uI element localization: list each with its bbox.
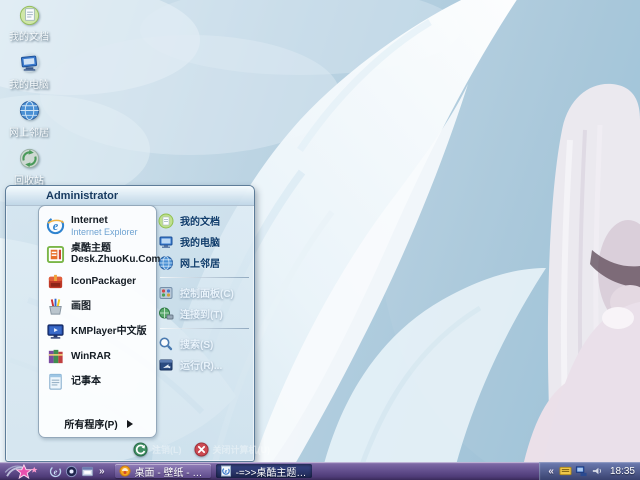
task-button-zhuoku-wallpaper[interactable]: 桌面 - 壁纸 - 桌酷... <box>115 464 211 478</box>
desktop-icon-label: 网上邻居 <box>9 124 49 139</box>
menu-item-title: Internet <box>71 215 138 227</box>
my-documents-icon <box>158 213 174 229</box>
menu-item-run[interactable]: 运行(R)... <box>158 354 251 375</box>
system-tray: « 18:35 <box>539 462 640 480</box>
iconpackager-icon <box>46 272 65 291</box>
places-panel: 我的文档 我的电脑 网上邻居 控制面板(C) <box>158 210 251 375</box>
quick-launch: e » <box>46 462 110 480</box>
taskbar: e » 桌面 - 壁纸 - 桌酷... e -=>>桌酷主题 - Mi... « <box>0 462 640 480</box>
menu-item-label: 搜索(S) <box>180 336 213 351</box>
network-places-icon <box>158 255 174 271</box>
connect-to-icon <box>158 306 174 322</box>
network-tray-icon[interactable] <box>575 465 588 478</box>
menu-item-title: 画图 <box>71 301 91 313</box>
volume-icon[interactable] <box>591 465 604 478</box>
search-icon <box>158 336 174 352</box>
task-button-zhuoku-theme-active[interactable]: e -=>>桌酷主题 - Mi... <box>216 464 312 478</box>
menu-item-connect-to[interactable]: 连接到(T) <box>158 303 251 324</box>
user-name: Administrator <box>46 190 118 202</box>
menu-item-subtitle: Internet Explorer <box>71 227 138 237</box>
control-panel-icon <box>158 285 174 301</box>
shut-down-button[interactable]: 关闭计算机(U) <box>194 442 271 457</box>
internet-explorer-icon[interactable]: e <box>49 465 62 478</box>
all-programs-label: 所有程序(P) <box>64 416 117 431</box>
task-button-label: -=>>桌酷主题 - Mi... <box>236 464 308 478</box>
svg-text:e: e <box>54 467 58 476</box>
start-button[interactable] <box>0 462 46 480</box>
divider <box>160 277 249 278</box>
menu-item-label: 运行(R)... <box>180 357 222 372</box>
desktop-icon-label: 我的文档 <box>9 28 49 43</box>
log-off-label: 注销(L) <box>152 443 182 456</box>
desktop-icon-my-computer[interactable]: 我的电脑 <box>2 51 56 91</box>
ie-document-icon: e <box>220 465 232 477</box>
menu-item-control-panel[interactable]: 控制面板(C) <box>158 282 251 303</box>
task-button-label: 桌面 - 壁纸 - 桌酷... <box>135 464 207 478</box>
desktop-icon-network-places[interactable]: 网上邻居 <box>2 99 56 139</box>
menu-item-label: 网上邻居 <box>180 255 220 270</box>
kmplayer-icon <box>46 322 65 341</box>
run-icon <box>158 357 174 373</box>
desktop: 我的文档 我的电脑 网上邻居 回收站 Administrator <box>0 0 640 480</box>
menu-item-notepad[interactable]: 记事本 <box>44 369 153 394</box>
menu-item-network-places[interactable]: 网上邻居 <box>158 252 251 273</box>
tray-clock[interactable]: 18:35 <box>610 466 635 477</box>
menu-item-paint[interactable]: 画图 <box>44 294 153 319</box>
recycle-bin-icon <box>18 147 41 170</box>
paint-icon <box>46 297 65 316</box>
svg-text:e: e <box>224 469 227 475</box>
zhuoku-theme-icon <box>46 245 65 264</box>
menu-item-search[interactable]: 搜索(S) <box>158 333 251 354</box>
start-logo-icon <box>2 464 44 479</box>
divider <box>160 328 249 329</box>
my-computer-icon <box>158 234 174 250</box>
shut-down-label: 关闭计算机(U) <box>213 443 271 456</box>
internet-explorer-icon: e <box>46 216 65 235</box>
menu-item-zhuoku-theme[interactable]: 桌酷主题Desk.ZhuoKu.Com <box>44 240 153 269</box>
menu-item-label: 连接到(T) <box>180 306 223 321</box>
menu-item-winrar[interactable]: WinRAR <box>44 344 153 369</box>
documents-icon <box>18 3 41 26</box>
menu-item-title: 记事本 <box>71 376 101 388</box>
start-menu-footer: 注销(L) 关闭计算机(U) <box>6 437 254 461</box>
desktop-icon-my-documents[interactable]: 我的文档 <box>2 3 56 43</box>
menu-item-title: IconPackager <box>71 276 136 288</box>
right-arrow-icon <box>127 420 133 428</box>
quick-launch-overflow-chevron[interactable]: » <box>97 466 107 477</box>
desktop-icon-label: 我的电脑 <box>9 76 49 91</box>
computer-icon <box>18 51 41 74</box>
menu-item-label: 我的电脑 <box>180 234 220 249</box>
menu-item-iconpackager[interactable]: IconPackager <box>44 269 153 294</box>
menu-item-internet-explorer[interactable]: e Internet Internet Explorer <box>44 212 153 240</box>
notepad-icon <box>46 372 65 391</box>
log-off-icon <box>133 442 148 457</box>
menu-item-my-documents[interactable]: 我的文档 <box>158 210 251 231</box>
menu-item-label: 控制面板(C) <box>180 285 234 300</box>
globe-icon <box>18 99 41 122</box>
menu-item-my-computer[interactable]: 我的电脑 <box>158 231 251 252</box>
menu-item-title: WinRAR <box>71 351 111 363</box>
menu-item-title: 桌酷主题Desk.ZhuoKu.Com <box>71 243 160 266</box>
shut-down-icon <box>194 442 209 457</box>
pinned-programs-panel: e Internet Internet Explorer 桌酷主题Desk.Zh… <box>38 205 157 438</box>
desktop-icons: 我的文档 我的电脑 网上邻居 回收站 <box>2 3 56 195</box>
desktop-icon-recycle-bin[interactable]: 回收站 <box>2 147 56 187</box>
log-off-button[interactable]: 注销(L) <box>133 442 182 457</box>
all-programs-button[interactable]: 所有程序(P) <box>49 416 148 431</box>
menu-item-label: 我的文档 <box>180 213 220 228</box>
menu-item-kmplayer[interactable]: KMPlayer中文版 <box>44 319 153 344</box>
winrar-icon <box>46 347 65 366</box>
media-player-icon[interactable] <box>65 465 78 478</box>
tray-expand-chevron[interactable]: « <box>546 466 556 477</box>
zhuoku-site-icon <box>119 465 131 477</box>
start-menu: Administrator e Internet Internet Explor… <box>5 185 255 462</box>
show-desktop-icon[interactable] <box>81 465 94 478</box>
menu-item-title: KMPlayer中文版 <box>71 326 147 338</box>
start-menu-header: Administrator <box>6 186 254 206</box>
input-method-icon[interactable] <box>559 465 572 478</box>
